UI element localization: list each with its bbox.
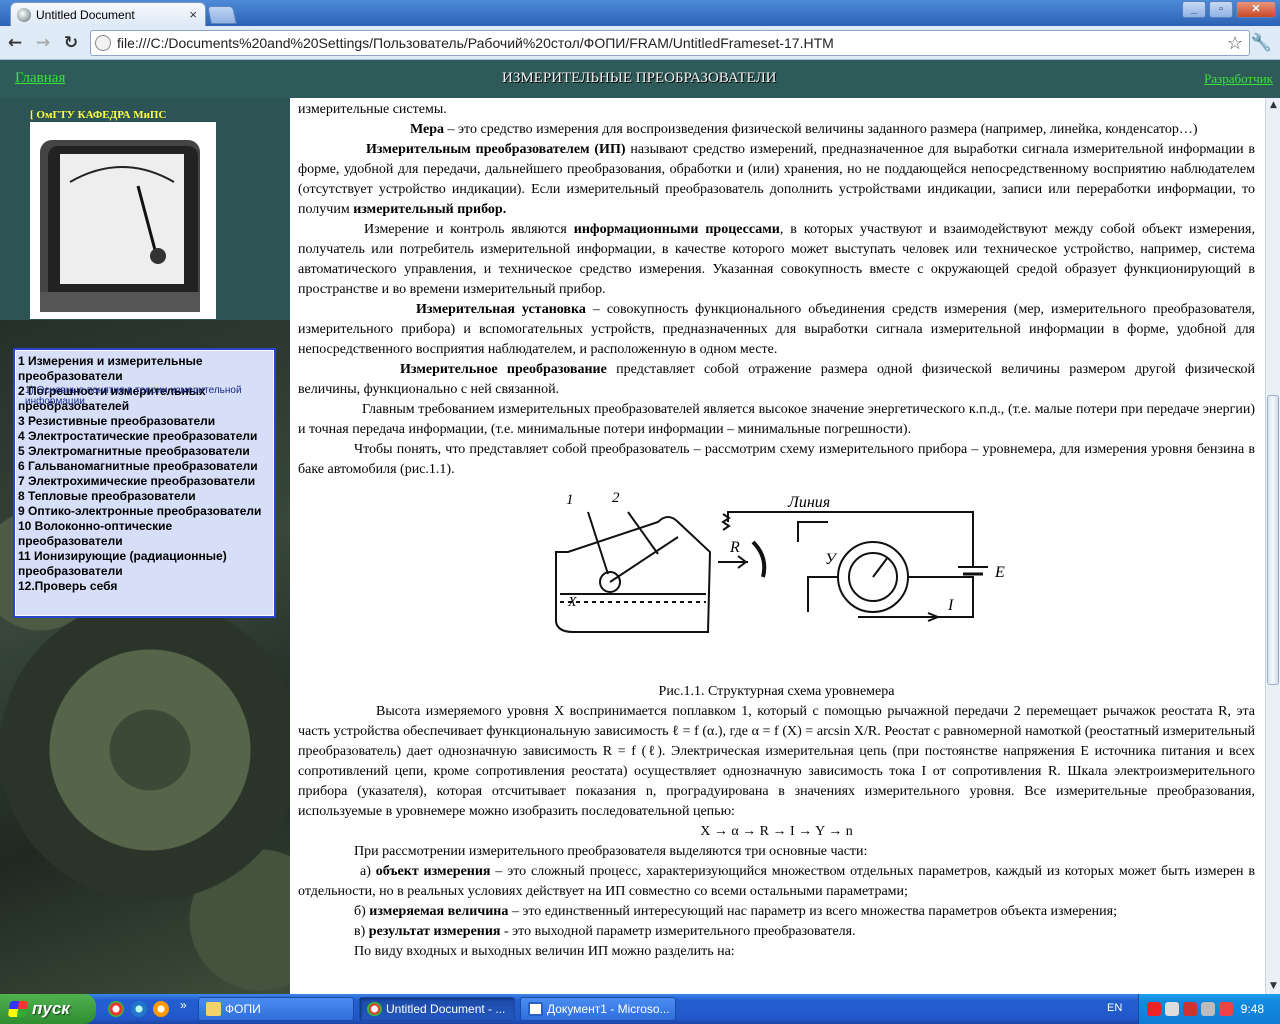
security-shield-tray-icon[interactable] [1183,1002,1197,1016]
back-button[interactable]: ← [4,32,26,54]
paragraph: Мера – это средство измерения для воспро… [410,122,1198,137]
browser-chrome: Untitled Document × _ ▫ ✕ ← → ↻ ☆ 🔧 [0,0,1280,64]
paragraph: Высота измеряемого уровня X воспринимает… [298,704,1255,819]
new-tab-button[interactable] [207,6,237,24]
list-item: в) результат измерения - это выходной па… [354,924,856,939]
scroll-up-arrow-icon[interactable]: ▲ [1266,98,1280,113]
toc-item-3[interactable]: 3 Резистивные преобразователи [18,414,274,429]
paragraph: Главным требованием измерительных преобр… [298,402,1255,437]
paragraph: Измерительное преобразование представляе… [298,362,1255,397]
page-title: ИЗМЕРИТЕЛЬНЫЕ ПРЕОБРАЗОВАТЕЛИ [502,70,777,86]
browser-toolbar: ← → ↻ ☆ 🔧 [0,26,1280,60]
tab-close-icon[interactable]: × [189,7,197,22]
toc-item-12[interactable]: 12.Проверь себя [18,579,274,594]
media-player-quicklaunch-icon[interactable] [153,1001,169,1017]
meter-image [30,122,216,319]
developer-link[interactable]: Разработчик [1204,71,1273,87]
figure-label-line: Линия [787,494,830,511]
paragraph: При рассмотрении измерительного преобраз… [354,844,868,859]
table-of-contents: 1 Измерения и измерительные преобразоват… [13,348,276,618]
list-item: а) объект измерения – это сложный процес… [298,864,1255,899]
wrench-menu-icon[interactable]: 🔧 [1251,33,1272,53]
address-bar[interactable]: ☆ [90,30,1250,56]
toc-item-10[interactable]: 10 Волоконно-оптические преобразователи [18,519,274,549]
tray-alert-icon[interactable] [1219,1002,1233,1016]
figure-label-1: 1 [566,492,574,508]
article-text: измерительные системы. Мера – это средст… [290,98,1265,962]
toc-item-4[interactable]: 4 Электростатические преобразователи [18,429,274,444]
paragraph: измерительные системы. [298,102,447,117]
windows-flag-icon [7,1001,29,1017]
bookmark-star-icon[interactable]: ☆ [1227,33,1243,54]
taskbar-item-folder[interactable]: ФОПИ [198,997,354,1021]
minimize-button[interactable]: _ [1182,1,1206,18]
scroll-down-arrow-icon[interactable]: ▼ [1266,979,1280,994]
content-scrollbar[interactable]: ▲ ▼ [1265,98,1280,994]
close-window-button[interactable]: ✕ [1236,1,1276,18]
language-indicator[interactable]: EN [1107,1002,1122,1014]
figure-label-r: R [729,539,740,556]
figure-label-i: I [947,597,954,614]
maximize-button[interactable]: ▫ [1209,1,1233,18]
toc-item-7[interactable]: 7 Электрохимические преобразователи [18,474,274,489]
left-sidebar: [ ОмГТУ КАФЕДРА МиПС 1 Измерения и измер… [0,98,290,994]
figure-label-y: У [825,551,838,568]
toc-item-8[interactable]: 8 Тепловые преобразователи [18,489,274,504]
folder-icon [206,1002,221,1016]
main-content: измерительные системы. Мера – это средст… [290,98,1265,994]
browser-tab[interactable]: Untitled Document × [10,2,206,26]
system-tray: 9:48 [1138,994,1280,1024]
conversion-chain: X → α → R → I → Y → n [700,824,853,839]
tray-app-icon[interactable] [1201,1002,1215,1016]
chrome-quicklaunch-icon[interactable] [108,1001,124,1017]
ie-quicklaunch-icon[interactable] [131,1001,147,1017]
taskbar-item-browser[interactable]: Untitled Document - ... [359,997,515,1021]
scroll-thumb[interactable] [1267,395,1279,685]
figure-label-e: E [994,564,1005,581]
analog-meter-icon [40,140,200,312]
start-button[interactable]: пуск [0,994,96,1024]
tab-strip: Untitled Document × _ ▫ ✕ [0,0,1280,26]
antivirus-tray-icon[interactable] [1147,1002,1161,1016]
word-document-icon [528,1002,543,1016]
toc-item-1[interactable]: 1 Измерения и измерительные преобразоват… [18,354,274,384]
url-input[interactable] [117,35,1217,51]
page-header: Главная ИЗМЕРИТЕЛЬНЫЕ ПРЕОБРАЗОВАТЕЛИ Ра… [0,60,1280,98]
chrome-icon [367,1002,382,1016]
paragraph: По виду входных и выходных величин ИП мо… [354,944,735,959]
figure-caption: Рис.1.1. Структурная схема уровнемера [658,684,895,699]
paragraph: Измерение и контроль являются информацио… [298,222,1255,297]
home-link[interactable]: Главная [15,70,65,87]
figure-label-2: 2 [612,490,620,506]
page-icon [95,35,111,51]
level-gauge-schematic: 1 2 Линия R У E I X [555,490,1005,633]
clock: 9:48 [1240,1002,1264,1016]
paragraph: Чтобы понять, что представляет собой пре… [298,442,1255,477]
forward-button[interactable]: → [32,32,54,54]
reload-button[interactable]: ↻ [60,32,82,54]
list-item: б) измеряемая величина – это единственны… [354,904,1117,919]
toc-item-5[interactable]: 5 Электромагнитные преобразователи [18,444,274,459]
quicklaunch-more-icon[interactable]: » [180,998,187,1012]
toc-subitem-overlay[interactable]: 1) Основные понятия в теории измерительн… [25,385,274,407]
paragraph: Измерительная установка – совокупность ф… [298,302,1256,357]
taskbar-item-word[interactable]: Документ1 - Microso... [520,997,676,1021]
toc-item-6[interactable]: 6 Гальваномагнитные преобразователи [18,459,274,474]
start-label: пуск [32,999,70,1018]
level-gauge-diagram: 1 2 Линия R У E I X [298,482,1255,682]
tab-title: Untitled Document [36,7,135,22]
windows-taskbar: пуск » ФОПИ Untitled Document - ... Доку… [0,994,1280,1024]
page-favicon-icon [17,7,31,22]
department-label: [ ОмГТУ КАФЕДРА МиПС [30,109,167,121]
toc-item-9[interactable]: 9 Оптико-электронные преобразователи [18,504,274,519]
paragraph: Измерительным преобразователем (ИП) назы… [298,142,1256,217]
toc-item-11[interactable]: 11 Ионизирующие (радиационные) преобразо… [18,549,274,579]
network-tray-icon[interactable] [1165,1002,1179,1016]
figure-label-x: X [567,595,577,610]
